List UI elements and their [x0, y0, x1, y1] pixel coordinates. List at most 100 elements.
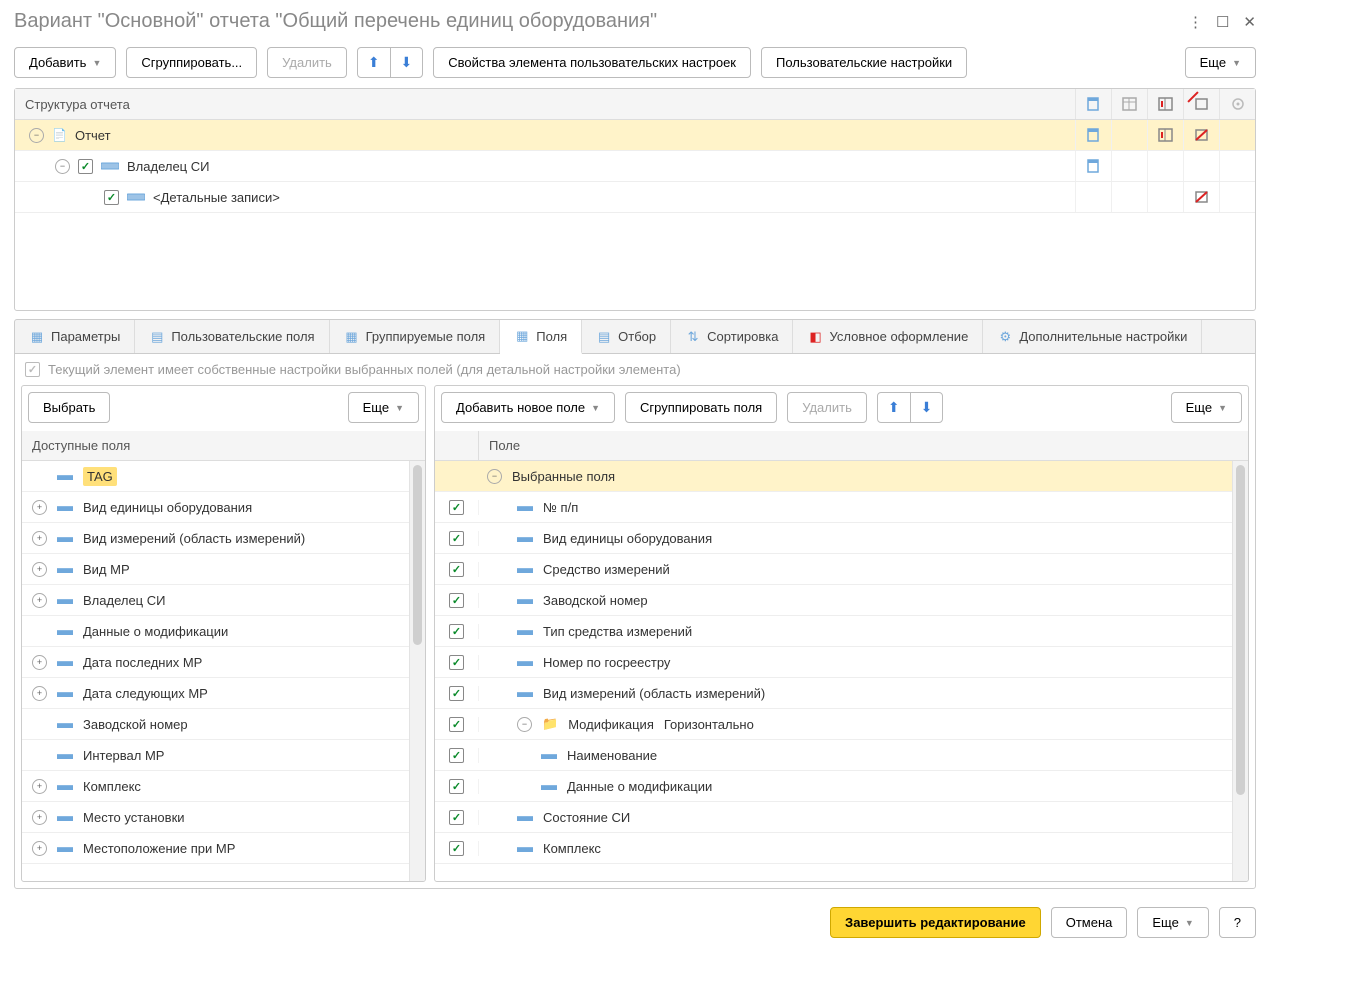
close-icon[interactable]: ✕ — [1243, 13, 1256, 31]
expander-icon[interactable]: − — [487, 469, 502, 484]
available-field-row[interactable]: ▬Интервал МР — [22, 740, 409, 771]
selected-field-row[interactable]: ✓−📁МодификацияГоризонтально — [435, 709, 1232, 740]
delete-button[interactable]: Удалить — [267, 47, 347, 78]
available-field-row[interactable]: +▬Вид МР — [22, 554, 409, 585]
right-more-button[interactable]: Еще▼ — [1171, 392, 1242, 423]
available-field-row[interactable]: +▬Дата последних МР — [22, 647, 409, 678]
expander-icon[interactable]: + — [32, 500, 47, 515]
expander-icon[interactable]: − — [29, 128, 44, 143]
selected-field-row[interactable]: ✓▬Данные о модификации — [435, 771, 1232, 802]
selected-field-row[interactable]: ✓▬Комплекс — [435, 833, 1232, 864]
row-status-icon[interactable] — [1219, 151, 1255, 181]
selected-field-row[interactable]: ✓▬Средство измерений — [435, 554, 1232, 585]
row-status-icon[interactable] — [1111, 120, 1147, 150]
scrollbar[interactable] — [1232, 461, 1248, 881]
checkbox[interactable]: ✓ — [104, 190, 119, 205]
select-button[interactable]: Выбрать — [28, 392, 110, 423]
expander-icon[interactable]: + — [32, 810, 47, 825]
available-field-row[interactable]: +▬Комплекс — [22, 771, 409, 802]
selected-field-row[interactable]: ✓▬Вид единицы оборудования — [435, 523, 1232, 554]
row-status-icon[interactable] — [1147, 182, 1183, 212]
checkbox[interactable]: ✓ — [78, 159, 93, 174]
available-field-row[interactable]: +▬Владелец СИ — [22, 585, 409, 616]
checkbox[interactable]: ✓ — [449, 779, 464, 794]
footer-more-button[interactable]: Еще▼ — [1137, 907, 1208, 938]
checkbox[interactable]: ✓ — [449, 748, 464, 763]
finish-editing-button[interactable]: Завершить редактирование — [830, 907, 1041, 938]
add-new-field-button[interactable]: Добавить новое поле▼ — [441, 392, 615, 423]
structure-row[interactable]: ✓<Детальные записи> — [15, 182, 1255, 213]
move-up-button[interactable]: ⬆ — [357, 47, 391, 78]
user-settings-button[interactable]: Пользовательские настройки — [761, 47, 967, 78]
col-icon-3[interactable] — [1147, 89, 1183, 119]
structure-row[interactable]: −📄Отчет — [15, 120, 1255, 151]
row-status-icon[interactable] — [1183, 151, 1219, 181]
left-more-button[interactable]: Еще▼ — [348, 392, 419, 423]
tab-1[interactable]: ▤Пользовательские поля — [135, 320, 329, 353]
checkbox[interactable]: ✓ — [449, 810, 464, 825]
row-status-icon[interactable] — [1183, 120, 1219, 150]
expander-icon[interactable]: + — [32, 841, 47, 856]
cancel-button[interactable]: Отмена — [1051, 907, 1128, 938]
expander-icon[interactable]: + — [32, 531, 47, 546]
element-props-button[interactable]: Свойства элемента пользовательских настр… — [433, 47, 751, 78]
expander-icon[interactable]: − — [55, 159, 70, 174]
row-status-icon[interactable] — [1219, 182, 1255, 212]
checkbox[interactable]: ✓ — [449, 562, 464, 577]
available-field-row[interactable]: +▬Дата следующих МР — [22, 678, 409, 709]
available-field-row[interactable]: +▬Вид единицы оборудования — [22, 492, 409, 523]
delete-field-button[interactable]: Удалить — [787, 392, 867, 423]
row-status-icon[interactable] — [1147, 151, 1183, 181]
selected-field-row[interactable]: ✓▬Вид измерений (область измерений) — [435, 678, 1232, 709]
expander-icon[interactable]: + — [32, 779, 47, 794]
help-button[interactable]: ? — [1219, 907, 1256, 938]
tab-4[interactable]: ▤Отбор — [582, 320, 671, 353]
checkbox[interactable]: ✓ — [449, 531, 464, 546]
row-status-icon[interactable] — [1075, 151, 1111, 181]
expander-icon[interactable]: − — [517, 717, 532, 732]
expander-icon[interactable]: + — [32, 562, 47, 577]
tab-3[interactable]: ▦Поля — [500, 320, 582, 354]
row-status-icon[interactable] — [1147, 120, 1183, 150]
row-status-icon[interactable] — [1075, 120, 1111, 150]
selected-field-row[interactable]: ✓▬Наименование — [435, 740, 1232, 771]
available-field-row[interactable]: +▬Местоположение при МР — [22, 833, 409, 864]
col-icon-1[interactable] — [1075, 89, 1111, 119]
checkbox[interactable]: ✓ — [449, 500, 464, 515]
group-button[interactable]: Сгруппировать... — [126, 47, 257, 78]
tab-5[interactable]: ⇅Сортировка — [671, 320, 793, 353]
selected-field-row[interactable]: ✓▬Состояние СИ — [435, 802, 1232, 833]
structure-row[interactable]: −✓Владелец СИ — [15, 151, 1255, 182]
col-icon-4[interactable] — [1183, 89, 1219, 119]
available-field-row[interactable]: +▬Место установки — [22, 802, 409, 833]
expander-icon[interactable]: + — [32, 655, 47, 670]
available-field-row[interactable]: ▬Данные о модификации — [22, 616, 409, 647]
row-status-icon[interactable] — [1183, 182, 1219, 212]
selected-fields-group[interactable]: −Выбранные поля — [435, 461, 1232, 492]
checkbox[interactable]: ✓ — [449, 686, 464, 701]
maximize-icon[interactable]: ☐ — [1216, 13, 1229, 31]
checkbox[interactable]: ✓ — [449, 593, 464, 608]
scrollbar[interactable] — [409, 461, 425, 881]
col-icon-5[interactable] — [1219, 89, 1255, 119]
field-move-up-button[interactable]: ⬆ — [877, 392, 911, 423]
more-button[interactable]: Еще▼ — [1185, 47, 1256, 78]
checkbox[interactable]: ✓ — [449, 841, 464, 856]
expander-icon[interactable]: + — [32, 686, 47, 701]
checkbox[interactable]: ✓ — [449, 717, 464, 732]
kebab-icon[interactable]: ⋮ — [1188, 13, 1202, 31]
available-field-row[interactable]: ▬TAG — [22, 461, 409, 492]
tab-0[interactable]: ▦Параметры — [15, 320, 135, 353]
row-status-icon[interactable] — [1075, 182, 1111, 212]
row-status-icon[interactable] — [1111, 151, 1147, 181]
checkbox[interactable]: ✓ — [449, 624, 464, 639]
tab-7[interactable]: ⚙Дополнительные настройки — [983, 320, 1202, 353]
move-down-button[interactable]: ⬇ — [390, 47, 424, 78]
tab-6[interactable]: ◧Условное оформление — [793, 320, 983, 353]
row-status-icon[interactable] — [1111, 182, 1147, 212]
available-field-row[interactable]: +▬Вид измерений (область измерений) — [22, 523, 409, 554]
selected-field-row[interactable]: ✓▬Тип средства измерений — [435, 616, 1232, 647]
selected-field-row[interactable]: ✓▬Номер по госреестру — [435, 647, 1232, 678]
selected-field-row[interactable]: ✓▬Заводской номер — [435, 585, 1232, 616]
selected-field-row[interactable]: ✓▬№ п/п — [435, 492, 1232, 523]
